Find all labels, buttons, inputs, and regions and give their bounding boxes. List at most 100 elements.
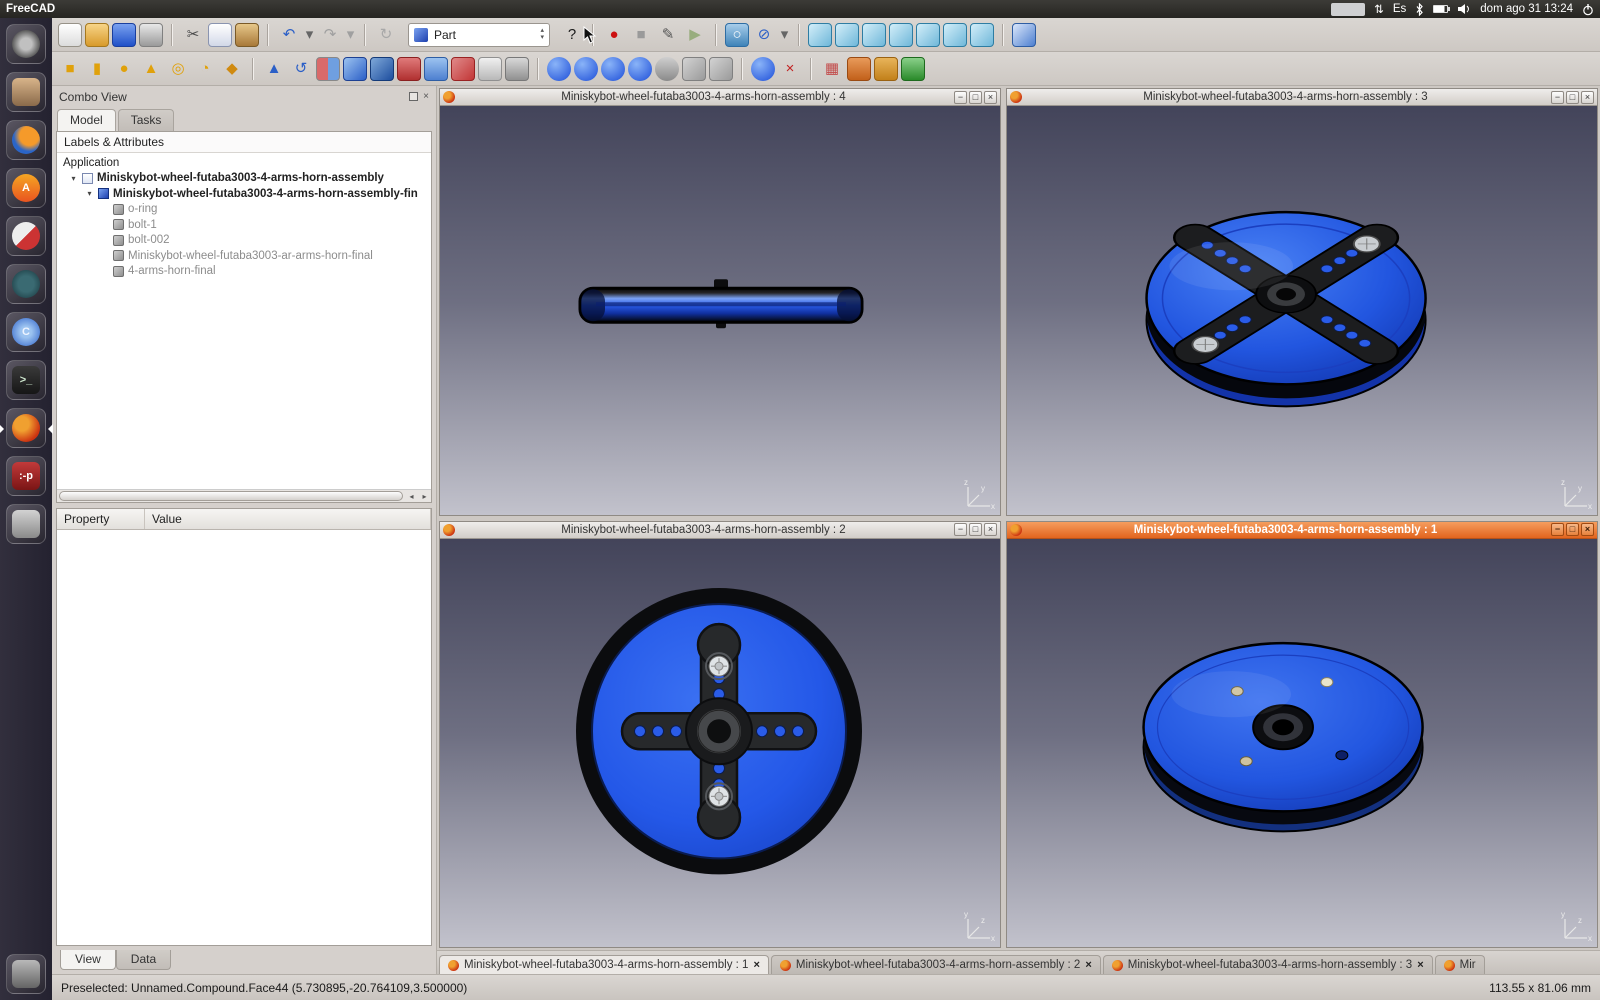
cross-sections-icon[interactable]: [682, 57, 706, 81]
builder-cube-icon[interactable]: [709, 57, 733, 81]
draw-style-icon[interactable]: ⊘: [752, 23, 776, 47]
cone-icon[interactable]: ▲: [139, 57, 163, 81]
top-view-icon[interactable]: [862, 23, 886, 47]
float-panel-icon[interactable]: [409, 92, 418, 101]
close-panel-icon[interactable]: ×: [423, 91, 429, 102]
tree-item-assembly-final[interactable]: ▾ Miniskybot-wheel-futaba3003-4-arms-hor…: [57, 186, 431, 202]
offset-icon[interactable]: [478, 57, 502, 81]
scroll-left-icon[interactable]: ◂: [405, 492, 418, 501]
macro-stop-icon[interactable]: ■: [629, 23, 653, 47]
minimize-button[interactable]: −: [954, 91, 967, 104]
model-tree[interactable]: Application ▾ Miniskybot-wheel-futaba300…: [57, 153, 431, 489]
macro-play-icon[interactable]: ▶: [683, 23, 707, 47]
revolve-icon[interactable]: ↺: [289, 57, 313, 81]
minimize-button[interactable]: −: [1551, 523, 1564, 536]
wheel-side-view[interactable]: [440, 106, 1000, 515]
close-button[interactable]: ×: [1581, 91, 1594, 104]
tab-tasks[interactable]: Tasks: [118, 109, 175, 131]
wheel-isometric-back-view[interactable]: [1007, 539, 1597, 948]
tab-model[interactable]: Model: [57, 109, 116, 131]
undo-icon[interactable]: ↶: [277, 23, 301, 47]
spinner-arrows-icon[interactable]: ▴▾: [540, 28, 544, 41]
shape-builder-icon[interactable]: ◆: [220, 57, 244, 81]
print-icon[interactable]: [139, 23, 163, 47]
front-view-icon[interactable]: [835, 23, 859, 47]
redo-icon[interactable]: ↷: [318, 23, 342, 47]
tree-item-horn-final[interactable]: 4-arms-horn-final: [57, 264, 431, 280]
fillet-icon[interactable]: [343, 57, 367, 81]
expander-icon[interactable]: ▾: [85, 189, 94, 198]
box-icon[interactable]: ■: [58, 57, 82, 81]
bottom-view-icon[interactable]: [943, 23, 967, 47]
close-button[interactable]: ×: [1581, 523, 1594, 536]
3d-viewport-isometric-top[interactable]: z y x: [1007, 106, 1597, 515]
tab-close-icon[interactable]: ×: [753, 959, 759, 971]
3d-viewport-isometric-back[interactable]: y z x: [1007, 539, 1597, 948]
bluetooth-icon[interactable]: [1415, 3, 1424, 16]
wheel-top-view[interactable]: [440, 539, 1000, 948]
system-settings-icon[interactable]: [6, 216, 46, 256]
tab-close-icon[interactable]: ×: [1417, 959, 1423, 971]
maximize-button[interactable]: □: [1566, 523, 1579, 536]
clock[interactable]: dom ago 31 13:24: [1480, 3, 1573, 15]
compound-icon[interactable]: [547, 57, 571, 81]
open-document-icon[interactable]: [85, 23, 109, 47]
sphere-icon[interactable]: ●: [112, 57, 136, 81]
migrate-icon[interactable]: [901, 57, 925, 81]
workspace-switcher-icon[interactable]: [6, 504, 46, 544]
property-column-header[interactable]: Property: [57, 509, 145, 529]
section-icon[interactable]: [655, 57, 679, 81]
close-button[interactable]: ×: [984, 91, 997, 104]
indicator-applet[interactable]: [1331, 3, 1365, 16]
trash-icon[interactable]: [6, 954, 46, 994]
horizontal-scrollbar[interactable]: ◂ ▸: [57, 489, 431, 502]
redo-dropdown-icon[interactable]: ▾: [345, 23, 356, 47]
tree-item-application[interactable]: Application: [57, 155, 431, 171]
ubuntu-one-icon[interactable]: [6, 264, 46, 304]
3d-viewport-side[interactable]: z y x: [440, 106, 1000, 515]
draw-style-dropdown-icon[interactable]: ▾: [779, 23, 790, 47]
close-button[interactable]: ×: [984, 523, 997, 536]
zoom-fit-icon[interactable]: ○: [725, 23, 749, 47]
tab-view[interactable]: View: [60, 950, 116, 970]
window-tab-4[interactable]: Mir: [1435, 955, 1485, 974]
torus-icon[interactable]: ◎: [166, 57, 190, 81]
window-tab-3[interactable]: Miniskybot-wheel-futaba3003-4-arms-horn-…: [1103, 955, 1433, 974]
wheel-isometric-top-view[interactable]: [1007, 106, 1597, 515]
sync-arrows-icon[interactable]: ⇅: [1374, 2, 1384, 16]
session-menu-icon[interactable]: [1582, 3, 1594, 16]
loft-icon[interactable]: [424, 57, 448, 81]
expander-icon[interactable]: ▾: [69, 174, 78, 183]
minimize-button[interactable]: −: [954, 523, 967, 536]
volume-icon[interactable]: [1457, 3, 1471, 15]
software-center-icon[interactable]: A: [6, 168, 46, 208]
scroll-right-icon[interactable]: ▸: [418, 492, 431, 501]
tree-item-bolt-1[interactable]: bolt-1: [57, 217, 431, 233]
tab-data[interactable]: Data: [116, 950, 171, 970]
refresh-icon[interactable]: ↻: [374, 23, 398, 47]
firefox-icon[interactable]: [6, 120, 46, 160]
tree-item-horn[interactable]: Miniskybot-wheel-futaba3003-ar-arms-horn…: [57, 248, 431, 264]
import-step-icon[interactable]: [847, 57, 871, 81]
dash-home-icon[interactable]: [6, 24, 46, 64]
ruled-surface-icon[interactable]: [397, 57, 421, 81]
tube-icon[interactable]: ◔: [193, 57, 217, 81]
tab-close-icon[interactable]: ×: [1085, 959, 1091, 971]
boolean-cut-icon[interactable]: [601, 57, 625, 81]
new-document-icon[interactable]: [58, 23, 82, 47]
tree-item-bolt-002[interactable]: bolt-002: [57, 233, 431, 249]
left-view-icon[interactable]: [970, 23, 994, 47]
boolean-common-icon[interactable]: [628, 57, 652, 81]
axonometric-view-icon[interactable]: [808, 23, 832, 47]
terminal-icon[interactable]: >_: [6, 360, 46, 400]
defeaturing-icon[interactable]: ×: [778, 57, 802, 81]
cylinder-icon[interactable]: ▮: [85, 57, 109, 81]
copy-icon[interactable]: [208, 23, 232, 47]
cut-icon[interactable]: ✂: [181, 23, 205, 47]
maximize-button[interactable]: □: [1566, 91, 1579, 104]
pidgin-icon[interactable]: :-p: [6, 456, 46, 496]
right-view-icon[interactable]: [889, 23, 913, 47]
thickness-icon[interactable]: [505, 57, 529, 81]
workbench-selector[interactable]: Part ▴▾: [408, 23, 550, 47]
battery-icon[interactable]: [1433, 5, 1448, 13]
